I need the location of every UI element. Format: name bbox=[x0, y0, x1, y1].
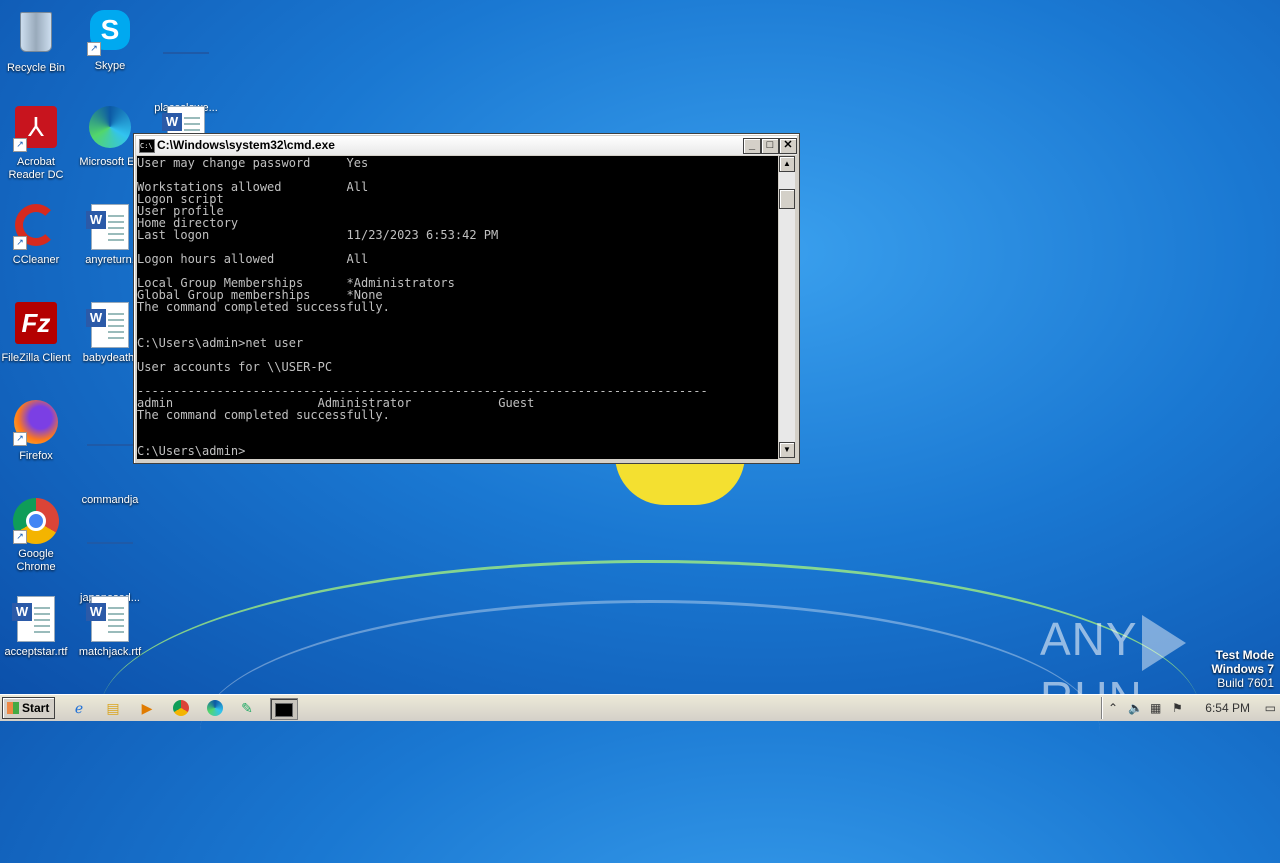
action-center-flag-icon[interactable]: ⚑ bbox=[1172, 700, 1183, 716]
edge-icon bbox=[87, 106, 133, 152]
wallpaper-swoosh bbox=[200, 600, 1100, 863]
clock[interactable]: 6:54 PM bbox=[1205, 700, 1250, 716]
acrobat-desktop-icon[interactable]: ⅄ ↗ Acrobat Reader DC bbox=[0, 106, 72, 182]
placeslowe-desktop-icon[interactable]: placeslowe... bbox=[150, 8, 222, 115]
babydeath-label: babydeath. bbox=[82, 352, 138, 364]
ccleaner-desktop-icon[interactable]: ↗ CCleaner bbox=[0, 204, 72, 267]
matchjack-label: matchjack.rtf bbox=[78, 646, 142, 658]
console-line: Logon hours allowed All bbox=[137, 252, 369, 266]
cmd-title: C:\Windows\system32\cmd.exe bbox=[157, 138, 335, 152]
skype-label: Skype bbox=[94, 60, 126, 72]
network-icon[interactable]: ▦ bbox=[1150, 700, 1161, 716]
console-line: C:\Users\admin> bbox=[137, 444, 246, 458]
taskbar: Start ℯ ▤ ▶ ✎ ⌃ 🔈 ▦ ⚑ 6:54 PM ▭ bbox=[0, 694, 1280, 721]
acrobat-icon: ⅄ ↗ bbox=[13, 106, 59, 152]
ccleaner-icon: ↗ bbox=[13, 204, 59, 250]
close-button[interactable]: ✕ bbox=[779, 138, 797, 154]
console-line: C:\Users\admin>net user bbox=[137, 336, 304, 350]
skype-desktop-icon[interactable]: S ↗ Skype bbox=[74, 8, 146, 73]
volume-icon[interactable]: 🔈 bbox=[1128, 700, 1143, 716]
console-output[interactable]: User may change password Yes Workstation… bbox=[137, 156, 778, 459]
ccleaner-label: CCleaner bbox=[12, 254, 60, 266]
chrome-desktop-icon[interactable]: ↗ Google Chrome bbox=[0, 498, 72, 574]
word-doc-icon: W bbox=[12, 596, 59, 642]
scroll-down-arrow-icon[interactable]: ▼ bbox=[779, 442, 795, 458]
shortcut-arrow-icon: ↗ bbox=[13, 138, 27, 152]
console-line: Logon script bbox=[137, 192, 224, 206]
show-desktop-icon[interactable]: ▭ bbox=[1265, 700, 1276, 716]
blank-file-icon bbox=[87, 542, 133, 588]
build-text: Build 7601 bbox=[1217, 676, 1274, 690]
skype-icon: S ↗ bbox=[87, 10, 133, 56]
maximize-button[interactable]: □ bbox=[761, 138, 779, 154]
filezilla-desktop-icon[interactable]: Fz FileZilla Client bbox=[0, 302, 72, 365]
firefox-icon: ↗ bbox=[13, 400, 59, 446]
blank-file-icon bbox=[163, 52, 209, 98]
recycle-bin-label: Recycle Bin bbox=[6, 62, 66, 74]
console-line: Last logon 11/23/2023 6:53:42 PM bbox=[137, 228, 499, 242]
cmd-taskbar-button[interactable] bbox=[270, 698, 298, 720]
console-line: User accounts for \\USER-PC bbox=[137, 360, 333, 374]
word-doc-icon: W bbox=[86, 204, 133, 250]
test-mode-notice: Test Mode Windows 7 Build 7601 bbox=[1211, 648, 1274, 690]
matchjack-desktop-icon[interactable]: W matchjack.rtf bbox=[74, 596, 146, 659]
scroll-thumb[interactable] bbox=[779, 189, 795, 209]
console-line: The command completed successfully. bbox=[137, 300, 390, 314]
start-button[interactable]: Start bbox=[2, 697, 55, 719]
windows-logo-icon bbox=[7, 702, 19, 714]
chrome-taskbar-icon[interactable] bbox=[170, 698, 192, 718]
shortcut-arrow-icon: ↗ bbox=[13, 530, 27, 544]
firefox-label: Firefox bbox=[19, 450, 53, 462]
chrome-label: Google Chrome bbox=[16, 548, 56, 573]
os-name-text: Windows 7 bbox=[1211, 662, 1274, 676]
filezilla-icon: Fz bbox=[13, 302, 59, 348]
explorer-icon[interactable]: ▤ bbox=[102, 698, 124, 718]
play-logo-icon bbox=[1141, 614, 1186, 671]
console-line: Workstations allowed All bbox=[137, 180, 369, 194]
acceptstar-desktop-icon[interactable]: W acceptstar.rtf bbox=[0, 596, 72, 659]
media-player-icon[interactable]: ▶ bbox=[136, 698, 158, 718]
scroll-up-arrow-icon[interactable]: ▲ bbox=[779, 156, 795, 172]
word-doc-icon: W bbox=[86, 596, 133, 642]
filezilla-label: FileZilla Client bbox=[1, 352, 71, 364]
recycle-bin-desktop-icon[interactable]: Recycle Bin bbox=[0, 8, 72, 75]
cmd-window[interactable]: C:\ C:\Windows\system32\cmd.exe _ □ ✕ Us… bbox=[133, 133, 800, 464]
recycle-bin-icon bbox=[13, 12, 59, 58]
system-tray: ⌃ 🔈 ▦ ⚑ 6:54 PM ▭ bbox=[1101, 697, 1280, 719]
cmd-titlebar[interactable]: C:\ C:\Windows\system32\cmd.exe _ □ ✕ bbox=[136, 136, 797, 155]
chrome-icon: ↗ bbox=[13, 498, 59, 544]
start-label: Start bbox=[22, 701, 50, 715]
test-mode-text: Test Mode bbox=[1215, 648, 1274, 662]
cmd-icon: C:\ bbox=[139, 139, 155, 153]
minimize-button[interactable]: _ bbox=[743, 138, 761, 154]
acrobat-label: Acrobat Reader DC bbox=[8, 156, 64, 181]
shortcut-arrow-icon: ↗ bbox=[87, 42, 101, 56]
edge-label: Microsoft Ed bbox=[79, 156, 141, 168]
firefox-desktop-icon[interactable]: ↗ Firefox bbox=[0, 400, 72, 463]
blank-file-icon bbox=[87, 444, 133, 490]
shortcut-arrow-icon: ↗ bbox=[13, 236, 27, 250]
anyreturn-label: anyreturn. bbox=[85, 254, 135, 266]
screenshot-tool-icon[interactable]: ✎ bbox=[236, 698, 258, 718]
acceptstar-label: acceptstar.rtf bbox=[4, 646, 68, 658]
vertical-scrollbar[interactable]: ▲ ▼ bbox=[779, 156, 795, 458]
show-hidden-icons-icon[interactable]: ⌃ bbox=[1108, 700, 1118, 716]
console-line: The command completed successfully. bbox=[137, 408, 390, 422]
shortcut-arrow-icon: ↗ bbox=[13, 432, 27, 446]
anyrun-any-text: ANY bbox=[1040, 613, 1138, 665]
ie-icon[interactable]: ℯ bbox=[68, 698, 90, 718]
japanesed-desktop-icon[interactable]: japanesed... bbox=[74, 498, 146, 605]
console-line: User may change password Yes bbox=[137, 156, 369, 170]
edge-taskbar-icon[interactable] bbox=[204, 698, 226, 718]
word-doc-icon: W bbox=[86, 302, 133, 348]
